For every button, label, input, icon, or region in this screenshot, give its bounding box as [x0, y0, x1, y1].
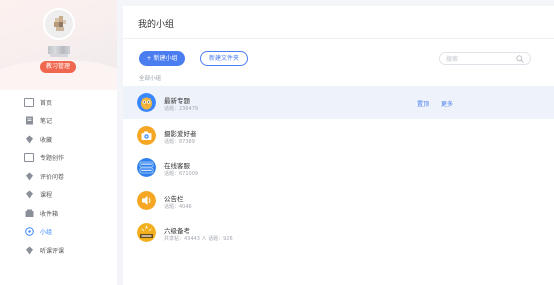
lecture-icon: [24, 246, 34, 255]
avatar[interactable]: [43, 8, 75, 40]
sidebar-item-label: 小组: [40, 229, 53, 237]
sidebar-item-label: 课程: [40, 192, 53, 200]
sidebar-item-label: 评价问卷: [40, 173, 65, 181]
search-icon[interactable]: [516, 55, 524, 63]
group-row[interactable]: 最新专题 话题：23647​9 置顶 更多: [123, 86, 554, 119]
inbox-icon: [24, 209, 34, 218]
page-title: 我的小组: [138, 20, 175, 30]
sidebar-item-label: 笔记: [40, 118, 53, 126]
home-icon: [24, 97, 34, 107]
cet6-icon: [137, 223, 156, 242]
sidebar-item-notes[interactable]: 笔记: [0, 112, 117, 131]
divider: [123, 38, 554, 39]
sidebar-item-survey[interactable]: 评价问卷: [0, 167, 117, 186]
group-icon: [24, 227, 34, 237]
sidebar-item-inbox[interactable]: 收件箱: [0, 204, 117, 223]
search-input[interactable]: [446, 55, 516, 63]
sidebar-item-label: 首页: [40, 99, 53, 107]
survey-icon: [24, 172, 34, 181]
course-icon: [24, 190, 34, 199]
section-label-all-groups: 全部小组: [139, 76, 162, 82]
group-name[interactable]: 最新专题: [164, 95, 190, 105]
sidebar-item-label: 专题创作: [40, 155, 65, 163]
sidebar-item-lecture-review[interactable]: 听课评课: [0, 241, 117, 260]
profile-card: 教习管理: [0, 0, 117, 90]
camera-icon: [137, 125, 156, 145]
sidebar-item-label: 收件箱: [40, 210, 59, 218]
group-row[interactable]: 公告栏 话题：4046: [123, 184, 554, 217]
group-meta: 共享帖：43443 人 话题：926: [164, 236, 233, 242]
group-meta: 话题：4046: [164, 203, 192, 210]
speaker-icon: [137, 190, 156, 210]
sidebar-item-favorites[interactable]: 收藏: [0, 130, 117, 149]
sidebar: 教习管理 首页 笔记 收藏 专题创作 评价问卷 课程 收件箱 小组 听课评课: [0, 0, 117, 285]
topic-icon: [24, 153, 34, 163]
service-icon: [137, 158, 156, 177]
owl-icon: [137, 93, 156, 112]
note-icon: [24, 116, 34, 125]
username-blurred: [48, 46, 70, 54]
pin-button[interactable]: 置顶: [417, 99, 429, 108]
new-folder-button[interactable]: 新建文件夹: [200, 51, 248, 66]
username-blurred-sub: [50, 54, 68, 57]
group-meta: 话题：671009: [164, 171, 199, 177]
group-list: 最新专题 话题：23647​9 置顶 更多 摄影爱好者 话题：87389: [123, 86, 554, 249]
group-name[interactable]: 六级备考: [164, 225, 190, 235]
group-row[interactable]: 六级备考 共享帖：43443 人 话题：926: [123, 216, 554, 249]
sidebar-item-course[interactable]: 课程: [0, 186, 117, 205]
main-panel: 我的小组 + 新建小组 新建文件夹 全部小组 最新专题 话题：23647: [123, 6, 554, 285]
sidebar-item-topic-creation[interactable]: 专题创作: [0, 149, 117, 168]
manage-button[interactable]: 教习管理: [40, 61, 76, 73]
sidebar-item-home[interactable]: 首页: [0, 93, 117, 112]
group-row[interactable]: 摄影爱好者 话题：87389: [123, 119, 554, 152]
bookmark-icon: [24, 135, 34, 144]
group-row[interactable]: 在线客服 话题：671009: [123, 151, 554, 184]
more-button[interactable]: 更多: [441, 99, 453, 108]
group-meta: 话题：87389: [164, 138, 195, 145]
group-name[interactable]: 公告栏: [164, 193, 184, 203]
sidebar-nav: 首页 笔记 收藏 专题创作 评价问卷 课程 收件箱 小组 听课评课: [0, 93, 117, 260]
sidebar-item-label: 听课评课: [40, 247, 65, 255]
search-box[interactable]: [439, 52, 531, 65]
new-group-button[interactable]: + 新建小组: [139, 51, 185, 66]
group-name[interactable]: 摄影爱好者: [164, 128, 197, 138]
sidebar-item-label: 收藏: [40, 136, 53, 144]
group-meta: 话题：23647​9: [164, 106, 199, 112]
group-name[interactable]: 在线客服: [164, 160, 190, 170]
sidebar-item-group[interactable]: 小组: [0, 223, 117, 242]
